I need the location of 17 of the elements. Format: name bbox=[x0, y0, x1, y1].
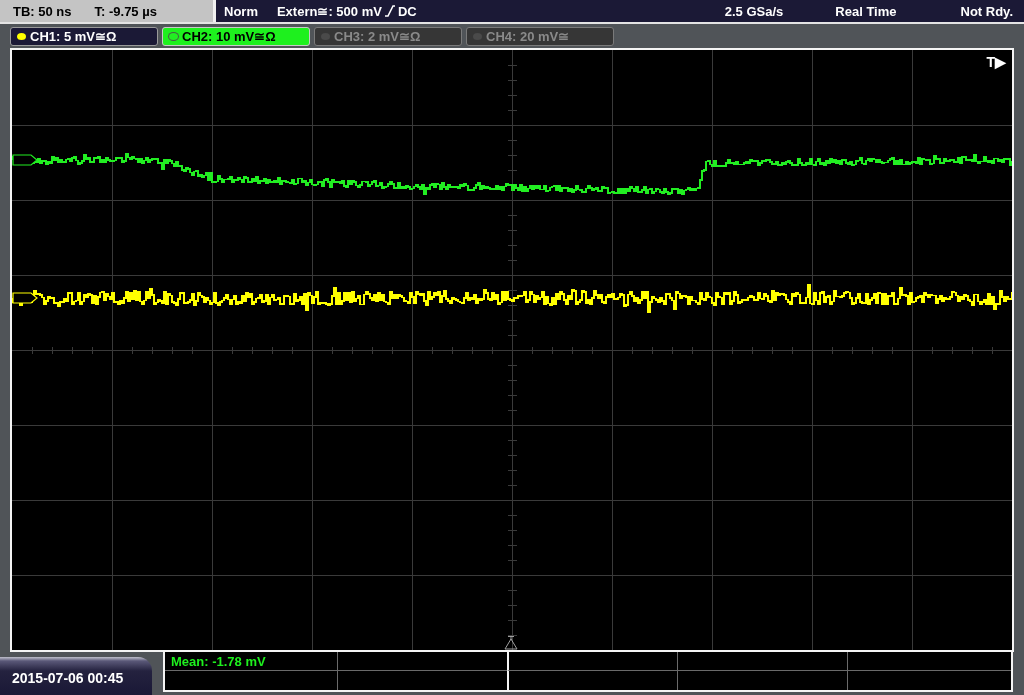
acquisition-status: Not Rdy. bbox=[960, 3, 1013, 19]
date-time: 2015-07-06 00:45 bbox=[12, 669, 124, 686]
trigger-mode: Norm bbox=[224, 3, 258, 19]
channel-marker-icon[interactable] bbox=[12, 154, 38, 166]
measurement-value: Mean: -1.78 mV bbox=[171, 653, 266, 669]
channel-tab[interactable]: CH2: 10 mV≅Ω bbox=[162, 27, 310, 46]
trigger-level-marker: T▶ bbox=[986, 54, 1006, 70]
trigger-coupling: DC bbox=[397, 3, 417, 19]
channel-tab[interactable]: CH3: 2 mV≅Ω bbox=[314, 27, 462, 46]
timebase-scale: TB: 50 ns bbox=[13, 3, 72, 19]
trigger-source: Extern≅: 500 mV bbox=[276, 3, 382, 19]
sample-rate: 2.5 GSa/s bbox=[724, 3, 784, 19]
channel-tab[interactable]: CH4: 20 mV≅ bbox=[466, 27, 614, 46]
trigger-time: T: -9.75 µs bbox=[94, 3, 157, 19]
trigger-position-icon bbox=[504, 635, 518, 650]
acquisition-mode: Real Time bbox=[835, 3, 897, 19]
channel-tab[interactable]: CH1: 5 mV≅Ω bbox=[10, 27, 158, 46]
